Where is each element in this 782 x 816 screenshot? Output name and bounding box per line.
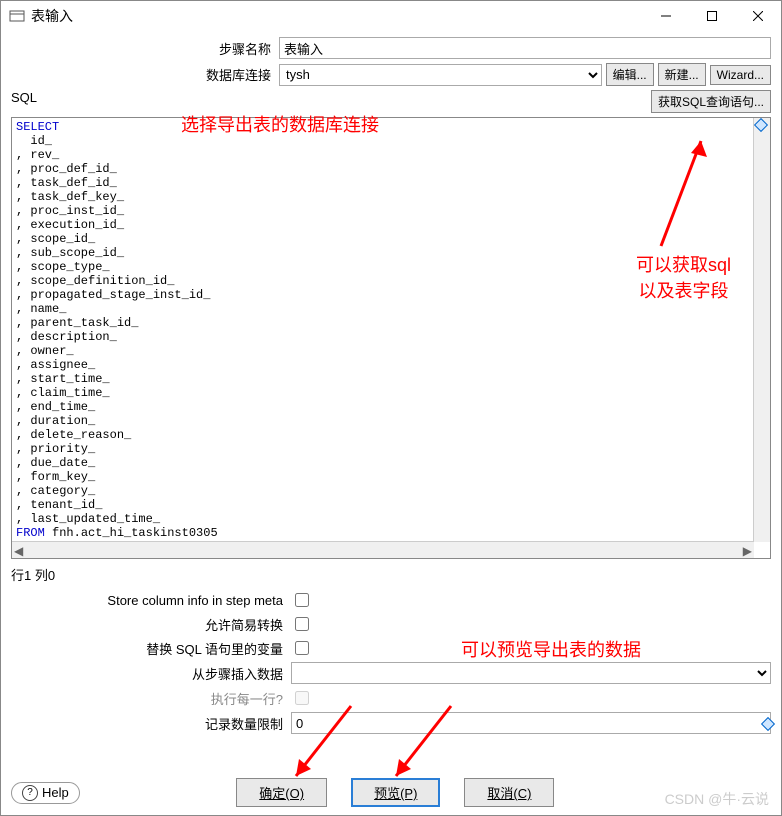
get-sql-button[interactable]: 获取SQL查询语句...: [651, 90, 771, 113]
db-connection-label: 数据库连接: [11, 65, 279, 84]
sql-label: SQL: [11, 90, 651, 105]
replace-var-label: 替换 SQL 语句里的变量: [11, 639, 291, 658]
edit-connection-button[interactable]: 编辑...: [606, 63, 654, 86]
allow-lazy-checkbox[interactable]: [295, 617, 309, 631]
step-name-label: 步骤名称: [11, 39, 279, 58]
ok-button[interactable]: 确定(O): [236, 778, 327, 807]
maximize-button[interactable]: [689, 1, 735, 31]
dialog-window: 表输入 步骤名称 数据库连接 tysh 编辑... 新建... Wizard..…: [0, 0, 782, 816]
horizontal-scrollbar[interactable]: ◀ ▶: [12, 541, 754, 558]
store-meta-label: Store column info in step meta: [11, 593, 291, 608]
cursor-position-status: 行1 列0: [11, 565, 771, 584]
window-title: 表输入: [31, 6, 643, 26]
minimize-button[interactable]: [643, 1, 689, 31]
vertical-scrollbar[interactable]: [753, 118, 770, 542]
from-step-select[interactable]: [291, 662, 771, 684]
exec-each-label: 执行每一行?: [11, 689, 291, 708]
wizard-button[interactable]: Wizard...: [710, 65, 771, 85]
limit-label: 记录数量限制: [11, 714, 291, 733]
cancel-button[interactable]: 取消(C): [464, 778, 554, 807]
new-connection-button[interactable]: 新建...: [658, 63, 706, 86]
help-icon: ?: [22, 785, 38, 801]
app-icon: [9, 8, 25, 24]
allow-lazy-label: 允许简易转换: [11, 615, 291, 634]
step-name-input[interactable]: [279, 37, 771, 59]
sql-editor-container: SELECT id_ , rev_ , proc_def_id_ , task_…: [11, 117, 771, 559]
from-step-label: 从步骤插入数据: [11, 664, 291, 683]
title-bar: 表输入: [1, 1, 781, 31]
sql-editor[interactable]: SELECT id_ , rev_ , proc_def_id_ , task_…: [12, 118, 754, 542]
limit-input[interactable]: [291, 712, 771, 734]
store-meta-checkbox[interactable]: [295, 593, 309, 607]
close-button[interactable]: [735, 1, 781, 31]
replace-var-checkbox[interactable]: [295, 641, 309, 655]
exec-each-checkbox: [295, 691, 309, 705]
preview-button[interactable]: 预览(P): [351, 778, 440, 807]
db-connection-select[interactable]: tysh: [279, 64, 602, 86]
help-button[interactable]: ? Help: [11, 782, 80, 804]
